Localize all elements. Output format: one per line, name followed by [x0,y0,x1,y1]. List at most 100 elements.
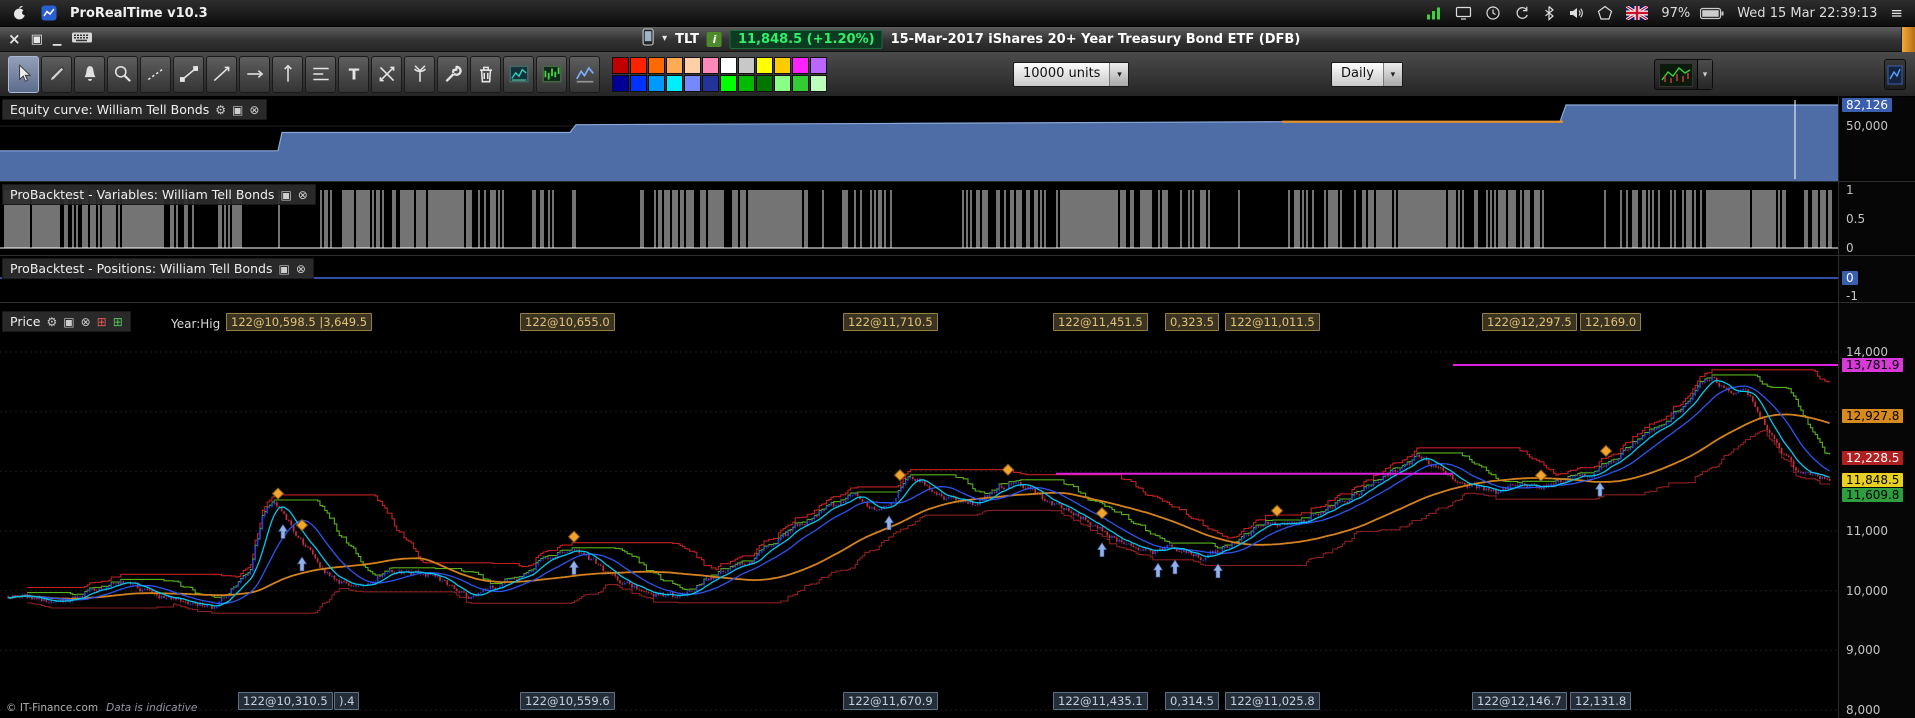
trade-label-top: 0,323.5 [1165,313,1219,331]
minimize-window-icon[interactable]: ▁ [53,34,61,45]
apple-icon[interactable] [12,5,28,21]
variables-window-icon[interactable]: ▣ [280,189,291,201]
settings-tool[interactable] [437,55,468,93]
clock-icon[interactable] [1485,5,1501,21]
cross-arrows-tool[interactable] [371,55,402,93]
price-add-green-icon[interactable]: ⊞ [113,316,123,328]
spotlight-list-icon[interactable]: ≡ [1890,5,1903,21]
positions-window-icon[interactable]: ▣ [279,263,290,275]
color-swatch[interactable] [684,56,701,74]
color-swatch[interactable] [792,74,809,92]
price-axis[interactable]: 14,000 13,781.9 12,927.8 12,228.5 11,848.5 11… [1838,303,1915,718]
close-window-icon[interactable]: × [8,31,21,47]
color-swatch[interactable] [774,56,791,74]
color-swatch[interactable] [666,56,683,74]
eraser-tool[interactable] [41,55,72,93]
color-swatch[interactable] [612,74,629,92]
color-swatch[interactable] [702,56,719,74]
zoom-tool[interactable] [107,55,138,93]
color-swatch[interactable] [792,56,809,74]
positions-panel-title: ProBacktest - Positions: William Tell Bo… [10,261,273,276]
color-swatch[interactable] [666,74,683,92]
color-swatch[interactable] [612,56,629,74]
network-signal-icon[interactable] [1426,5,1442,21]
prorealtime-app-icon[interactable] [41,5,57,21]
menu-clock[interactable]: Wed 15 Mar 22:39:13 [1737,6,1877,21]
pitchfork-tool[interactable] [404,55,435,93]
color-swatch[interactable] [684,74,701,92]
equity-close-icon[interactable]: ⊗ [249,104,259,116]
toolbar-right-icon[interactable] [1884,59,1906,90]
color-swatch[interactable] [810,56,827,74]
vertical-line-tool[interactable] [272,55,303,93]
symbol-dropdown-caret-icon[interactable]: ▾ [662,34,667,44]
color-swatch[interactable] [756,56,773,74]
color-swatch[interactable] [630,74,647,92]
fibonacci-tool[interactable] [305,55,336,93]
shape-icon[interactable] [1597,5,1613,21]
color-swatch[interactable] [720,56,737,74]
info-icon[interactable]: i [707,31,723,47]
alarm-tool[interactable] [74,55,105,93]
window-title-bar: × ▣ ▁ ▾ TLT i 11,848.5 (+1.20%) 15-Mar-2… [0,27,1915,52]
axis-label: 12,228.5 [1842,450,1904,465]
trash-tool[interactable] [470,55,501,93]
text-tool[interactable]: T [338,55,369,93]
restore-window-icon[interactable]: ▣ [31,33,43,46]
symbol-label[interactable]: TLT [675,32,699,47]
equity-curve-chart[interactable] [0,97,1838,182]
price-settings-icon[interactable]: ⚙ [47,316,58,328]
color-swatch[interactable] [738,74,755,92]
year-high-label: Year:Hig [171,317,221,331]
color-swatch[interactable] [630,56,647,74]
color-swatch[interactable] [738,56,755,74]
variables-axis[interactable]: 1 0.5 0 [1838,182,1915,255]
chart-style-widget[interactable]: ▾ [1654,59,1713,90]
equity-settings-icon[interactable]: ⚙ [215,104,226,116]
phone-icon[interactable] [641,28,654,50]
cursor-tool[interactable] [8,55,39,93]
backtest-variables-panel: ProBacktest - Variables: William Tell Bo… [0,182,1915,256]
color-swatch[interactable] [774,74,791,92]
battery-indicator[interactable]: 97% [1661,6,1724,21]
positions-axis[interactable]: 0 -1 [1838,256,1915,302]
axis-label: 9,000 [1846,643,1881,658]
equity-axis[interactable]: 82,126 50,000 [1838,97,1915,181]
display-icon[interactable] [1455,5,1472,21]
keyboard-icon[interactable] [71,30,93,48]
color-swatch[interactable] [648,56,665,74]
axis-label: 13,781.9 [1842,358,1904,372]
sync-icon[interactable] [1514,5,1530,21]
timeframe-select[interactable]: Daily ▾ [1331,62,1403,87]
price-close-icon[interactable]: ⊗ [81,316,91,328]
panel-collapse-strip[interactable] [1901,27,1915,52]
dotted-line-tool[interactable] [140,55,171,93]
color-swatch[interactable] [810,74,827,92]
candlestick-chart-tool[interactable] [536,55,567,93]
horizontal-line-tool[interactable] [239,55,270,93]
volume-icon[interactable] [1568,5,1584,21]
uk-flag-icon[interactable] [1626,6,1649,20]
price-window-icon[interactable]: ▣ [63,316,74,328]
backtest-chart-tool[interactable] [569,55,600,93]
units-select[interactable]: 10000 units ▾ [1013,62,1130,87]
app-title[interactable]: ProRealTime v10.3 [70,6,208,21]
positions-close-icon[interactable]: ⊗ [296,263,306,275]
color-swatch[interactable] [756,74,773,92]
equity-window-icon[interactable]: ▣ [232,104,243,116]
timeframe-select-value: Daily [1341,66,1374,81]
variables-close-icon[interactable]: ⊗ [298,189,308,201]
indicator-chart-tool[interactable] [503,55,534,93]
color-swatch[interactable] [720,74,737,92]
color-swatch[interactable] [702,74,719,92]
trade-label-bottom: 122@11,670.9 [843,692,938,710]
segment-tool[interactable] [173,55,204,93]
axis-label: 11,848.5 [1842,473,1904,488]
bluetooth-icon[interactable] [1543,5,1555,21]
indicative-text: Data is indicative [106,702,198,714]
price-chart[interactable] [0,303,1838,718]
color-swatch[interactable] [648,74,665,92]
trendline-tool[interactable] [206,55,237,93]
price-add-red-icon[interactable]: ⊞ [97,316,107,328]
app: { "icons": { "close": "×", "restore": "▣… [0,0,1915,718]
